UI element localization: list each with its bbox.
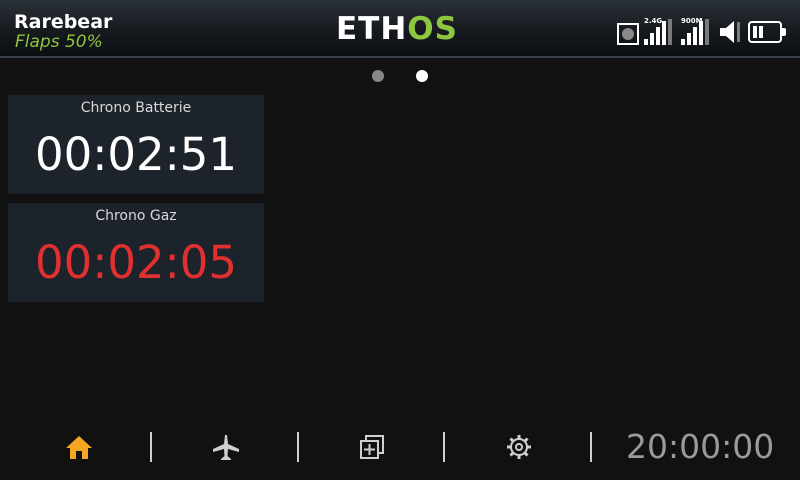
signal-24g-icon[interactable] [644, 19, 672, 45]
ethos-logo: ETHOS [336, 11, 458, 47]
timer-value: 00:02:05 [34, 236, 238, 289]
gear-icon[interactable] [504, 432, 534, 462]
battery-icon[interactable] [748, 21, 786, 43]
separator [150, 432, 152, 462]
home-icon[interactable] [64, 432, 94, 462]
top-status-bar: Rarebear Flaps 50% ETHOS 2.4G 900M [0, 0, 800, 58]
page-dot-1[interactable] [372, 70, 384, 82]
model-name[interactable]: Rarebear [14, 11, 112, 33]
widget-chrono-batterie[interactable]: Chrono Batterie 00:02:51 [8, 95, 264, 194]
page-dot-2[interactable] [416, 70, 428, 82]
logo-eth: ETH [336, 11, 408, 47]
page-indicator [0, 70, 800, 82]
system-clock: 20:00:00 [626, 427, 775, 466]
timer-value: 00:02:51 [34, 128, 238, 181]
record-icon[interactable] [617, 23, 639, 45]
separator [590, 432, 592, 462]
bottom-nav-bar: 20:00:00 [0, 418, 800, 478]
volume-icon[interactable] [719, 19, 743, 45]
widget-title: Chrono Gaz [95, 208, 177, 224]
separator [443, 432, 445, 462]
widget-chrono-gaz[interactable]: Chrono Gaz 00:02:05 [8, 203, 264, 302]
widgets-icon[interactable] [357, 432, 387, 462]
flight-mode: Flaps 50% [15, 32, 103, 52]
signal-900m-icon[interactable] [681, 19, 709, 45]
airplane-icon[interactable] [211, 432, 241, 462]
separator [297, 432, 299, 462]
logo-os: OS [407, 11, 458, 47]
widget-title: Chrono Batterie [80, 100, 192, 116]
